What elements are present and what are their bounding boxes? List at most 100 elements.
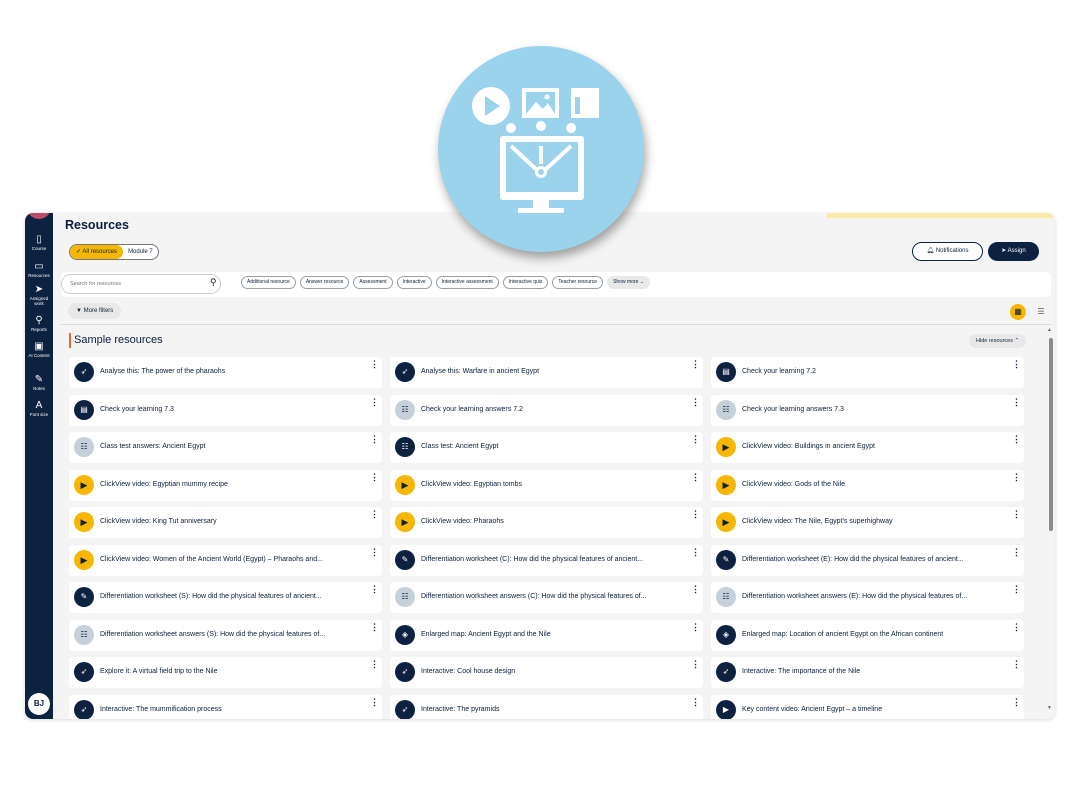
resource-card[interactable]: ☷ Differentiation worksheet answers (S): … [69, 619, 382, 651]
scrollbar-thumb[interactable] [1049, 338, 1053, 531]
more-options-icon[interactable]: ⋮ [370, 510, 379, 519]
more-options-icon[interactable]: ⋮ [691, 622, 700, 632]
notifications-button[interactable]: 🔔︎ Notifications [912, 242, 983, 261]
scroll-up-arrow[interactable]: ▲ [1047, 327, 1052, 333]
resource-card[interactable]: ☷ Differentiation worksheet answers (C): … [390, 582, 703, 613]
more-options-icon[interactable]: ⋮ [691, 360, 700, 369]
avatar[interactable]: BJ [28, 693, 50, 715]
resource-card[interactable]: ➶ Interactive: The pyramids ⋮ [390, 694, 703, 719]
all-resources-toggle[interactable]: ✓ All resources [70, 245, 124, 259]
worksheet-edit-icon: ✎ [395, 549, 415, 570]
search-input[interactable] [61, 274, 221, 294]
sidebar-item-reports[interactable]: ⚲ Reports [25, 315, 53, 332]
test-sheet-icon: ☷ [395, 437, 415, 457]
grid-view-button[interactable]: ▦ [1010, 304, 1026, 320]
resource-card[interactable]: ✎ Differentiation worksheet (S): How did … [69, 582, 382, 613]
more-options-icon[interactable]: ⋮ [1012, 435, 1021, 444]
more-options-icon[interactable]: ⋮ [370, 660, 379, 669]
resource-card[interactable]: ▶ ClickView video: Egyptian mummy recipe ⋮ [69, 469, 382, 501]
resource-card[interactable]: ➶ Interactive: The importance of the Nile… [711, 657, 1024, 688]
more-options-icon[interactable]: ⋮ [1012, 660, 1021, 669]
resource-card[interactable]: ▶ ClickView video: Buildings in ancient E… [711, 432, 1024, 463]
chip-interactive[interactable]: Interactive [396, 276, 432, 289]
chip-additional-resource[interactable]: Additional resource [241, 276, 296, 289]
resource-card[interactable]: ▶ ClickView video: King Tut anniversary ⋮ [69, 507, 382, 538]
resource-card[interactable]: ☷ Class test answers: Ancient Egypt ⋮ [69, 432, 382, 463]
resource-card[interactable]: ◈ Enlarged map: Location of ancient Egypt… [711, 619, 1024, 651]
search-icon[interactable]: ⚲ [210, 277, 217, 288]
resource-card[interactable]: ✎ Differentiation worksheet (C): How did … [390, 544, 703, 576]
sidebar-item-resources[interactable]: ▭ Resources [25, 261, 53, 278]
more-options-icon[interactable]: ⋮ [691, 435, 700, 444]
sidebar-item-font-size[interactable]: A Font size [25, 400, 53, 417]
worksheet-edit-icon: ✎ [74, 587, 94, 607]
module-toggle[interactable]: Module 7 [123, 245, 158, 259]
resource-card[interactable]: ◈ Enlarged map: Ancient Egypt and the Nil… [390, 619, 703, 651]
worksheet-edit-icon: ✎ [716, 549, 736, 570]
resource-card[interactable]: ➶ Interactive: The mummification process ⋮ [69, 694, 382, 719]
resource-card[interactable]: ✎ Differentiation worksheet (E): How did … [711, 544, 1024, 576]
toggle-active-label: All resources [82, 249, 118, 255]
resource-title: ClickView video: Egyptian mummy recipe [100, 480, 228, 488]
show-more-button[interactable]: Show more ⌄ [607, 276, 650, 289]
sidebar-item-notes[interactable]: ✎ Notes [25, 374, 53, 391]
resource-card[interactable]: ☷ Check your learning answers 7.2 ⋮ [390, 394, 703, 426]
sidebar-item-course[interactable]: ▯ Course [25, 234, 53, 251]
chip-teacher-resource[interactable]: Teacher resource [552, 276, 604, 289]
more-options-icon[interactable]: ⋮ [1012, 397, 1021, 407]
resource-card[interactable]: ▶ ClickView video: Egyptian tombs ⋮ [390, 469, 703, 501]
more-options-icon[interactable]: ⋮ [691, 510, 700, 519]
more-options-icon[interactable]: ⋮ [691, 660, 700, 669]
more-options-icon[interactable]: ⋮ [370, 547, 379, 557]
resource-card[interactable]: ☷ Class test: Ancient Egypt ⋮ [390, 432, 703, 463]
more-options-icon[interactable]: ⋮ [1012, 360, 1021, 369]
resource-card[interactable]: ☷ Check your learning answers 7.3 ⋮ [711, 394, 1024, 426]
more-options-icon[interactable]: ⋮ [1012, 622, 1021, 632]
more-options-icon[interactable]: ⋮ [1012, 547, 1021, 557]
resource-card[interactable]: ➶ Analyse this: Warfare in ancient Egypt ⋮ [390, 357, 703, 388]
chip-interactive-assessment[interactable]: Interactive assessment [435, 276, 499, 289]
scroll-down-arrow[interactable]: ▼ [1047, 705, 1052, 711]
more-filters-button[interactable]: ▼ More filters [68, 303, 122, 319]
list-view-button[interactable]: ☰ [1033, 304, 1049, 320]
chip-assessment[interactable]: Assessment [353, 276, 393, 289]
resource-card[interactable]: ➶ Analyse this: The power of the pharaohs… [69, 357, 382, 388]
more-options-icon[interactable]: ⋮ [691, 397, 700, 407]
more-options-icon[interactable]: ⋮ [370, 697, 379, 707]
sidebar-item-assigned-work[interactable]: ➤ Assigned work [25, 284, 53, 306]
more-options-icon[interactable]: ⋮ [370, 397, 379, 407]
more-options-icon[interactable]: ⋮ [1012, 472, 1021, 482]
resource-card[interactable]: ▶ ClickView video: Gods of the Nile ⋮ [711, 469, 1024, 501]
resource-title: Enlarged map: Ancient Egypt and the Nile [421, 630, 551, 638]
resource-card[interactable]: ➶ Explore it: A virtual field trip to the… [69, 657, 382, 688]
resource-card[interactable]: ▶ ClickView video: Women of the Ancient W… [69, 544, 382, 576]
resource-card[interactable]: ☷ Differentiation worksheet answers (E): … [711, 582, 1024, 613]
more-options-icon[interactable]: ⋮ [370, 435, 379, 444]
more-options-icon[interactable]: ⋮ [691, 585, 700, 594]
resource-card[interactable]: ➶ Interactive: Cool house design ⋮ [390, 657, 703, 688]
hide-resources-button[interactable]: Hide resources ⌃ [969, 334, 1027, 348]
more-options-icon[interactable]: ⋮ [370, 585, 379, 594]
page-title: Resources [65, 218, 129, 232]
resource-title: Interactive: Cool house design [421, 668, 516, 675]
more-options-icon[interactable]: ⋮ [370, 360, 379, 369]
chip-interactive-quiz[interactable]: Interactive quiz [502, 276, 549, 289]
resource-card[interactable]: ▤ Check your learning 7.3 ⋮ [69, 394, 382, 426]
resource-card[interactable]: ▶ Key content video: Ancient Egypt – a ti… [711, 694, 1024, 719]
more-options-icon[interactable]: ⋮ [691, 697, 700, 707]
assign-button[interactable]: ➤ Assign [988, 242, 1039, 261]
more-options-icon[interactable]: ⋮ [691, 472, 700, 482]
more-options-icon[interactable]: ⋮ [370, 472, 379, 482]
sidebar-item-ai-content[interactable]: ▣ AI Content [25, 341, 53, 358]
more-options-icon[interactable]: ⋮ [1012, 697, 1021, 707]
resource-card[interactable]: ▶ ClickView video: The Nile, Egypt's supe… [711, 507, 1024, 538]
resource-title: ClickView video: Pharaohs [421, 518, 504, 525]
resource-card[interactable]: ▶ ClickView video: Pharaohs ⋮ [390, 507, 703, 538]
more-options-icon[interactable]: ⋮ [691, 547, 700, 557]
more-options-icon[interactable]: ⋮ [1012, 585, 1021, 594]
resource-card[interactable]: ▤ Check your learning 7.2 ⋮ [711, 357, 1024, 388]
more-options-icon[interactable]: ⋮ [1012, 510, 1021, 519]
section-accent [69, 333, 71, 348]
more-options-icon[interactable]: ⋮ [370, 622, 379, 632]
chip-answer-resource[interactable]: Answer resource [299, 276, 350, 289]
